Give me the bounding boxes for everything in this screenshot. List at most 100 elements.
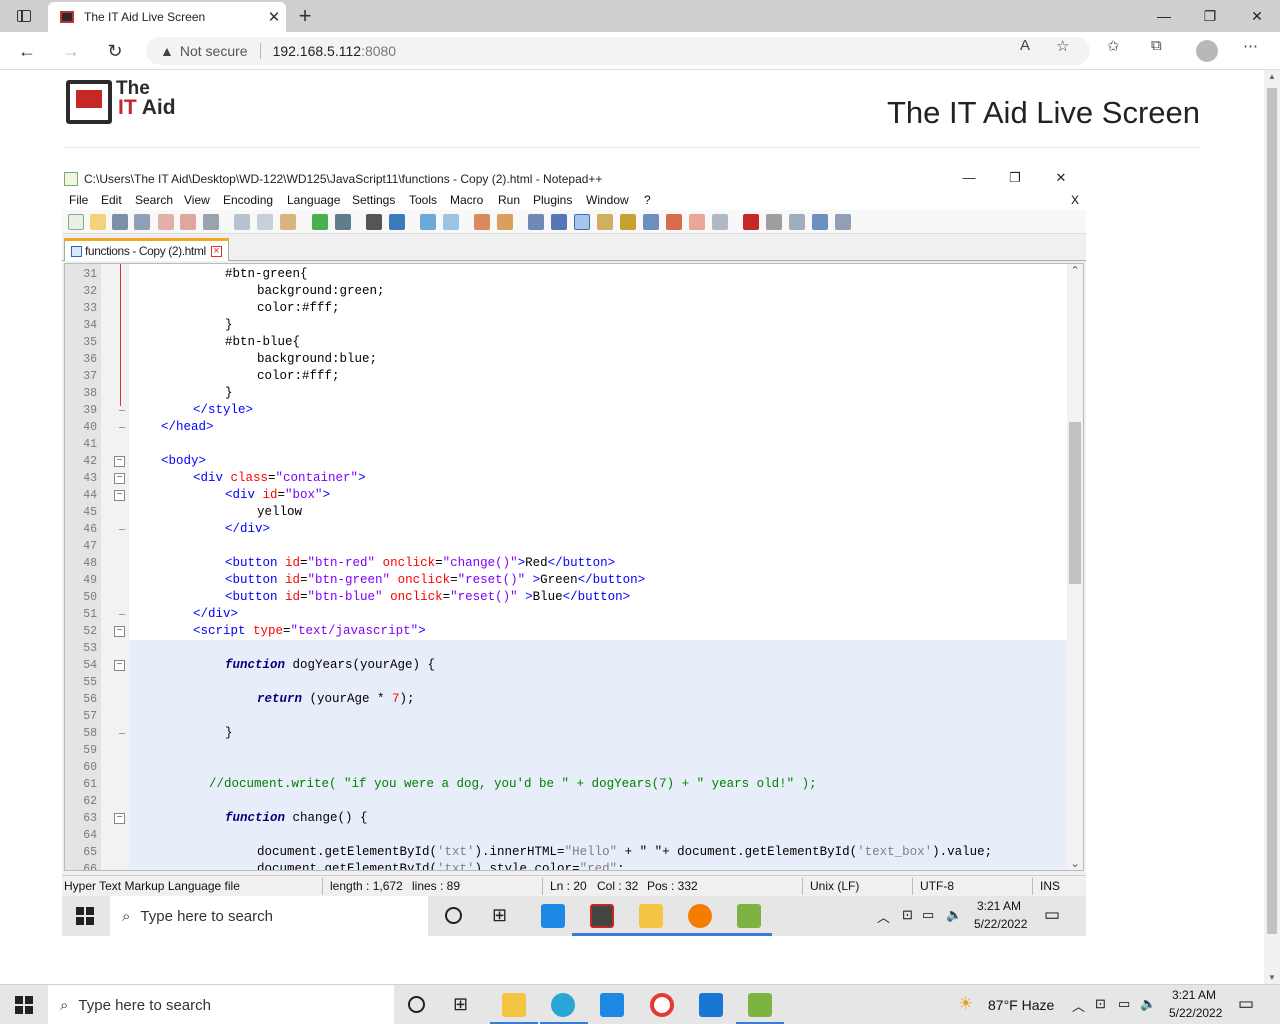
lang-define-icon[interactable] [597, 214, 613, 230]
code-line[interactable]: } [129, 317, 1067, 334]
cortana-icon[interactable] [408, 996, 425, 1013]
weather-icon[interactable]: ☀ [958, 994, 973, 1014]
opera-icon[interactable] [650, 993, 674, 1017]
fold-toggle-icon[interactable]: − [114, 660, 125, 671]
code-line[interactable] [129, 742, 1067, 759]
code-line[interactable]: background:green; [129, 283, 1067, 300]
document-tab-close-icon[interactable]: × [210, 245, 222, 257]
menu-view[interactable]: View [184, 193, 210, 207]
code-line[interactable] [129, 640, 1067, 657]
remote-itaid-app-icon[interactable] [590, 904, 614, 928]
code-line[interactable] [129, 708, 1067, 725]
remote-notifications-icon[interactable]: ▭ [1044, 905, 1060, 925]
code-line[interactable]: color:#fff; [129, 300, 1067, 317]
mail-icon[interactable] [600, 993, 624, 1017]
monitor-tray-icon[interactable]: ▭ [1118, 996, 1130, 1012]
find-icon[interactable] [366, 214, 382, 230]
zoom-out-icon[interactable] [443, 214, 459, 230]
browser-tab[interactable]: The IT Aid Live Screen ✕ [48, 2, 286, 32]
code-line[interactable]: function dogYears(yourAge) { [129, 657, 1067, 674]
code-line[interactable] [129, 827, 1067, 844]
fold-toggle-icon[interactable]: − [114, 813, 125, 824]
remote-file-explorer-icon[interactable] [639, 904, 663, 928]
page-scrollbar[interactable]: ▲ ▼ [1264, 70, 1280, 984]
code-line[interactable]: return (yourAge * 7); [129, 691, 1067, 708]
new-file-icon[interactable] [68, 214, 84, 230]
zoom-in-icon[interactable] [420, 214, 436, 230]
close-all-icon[interactable] [180, 214, 196, 230]
menu-encoding[interactable]: Encoding [223, 193, 273, 207]
code-line[interactable] [129, 436, 1067, 453]
remote-clock-date[interactable]: 5/22/2022 [974, 917, 1027, 931]
folder-icon[interactable] [689, 214, 705, 230]
menu-help[interactable]: ? [644, 193, 651, 207]
fold-margin[interactable] [101, 264, 129, 870]
scroll-up-icon[interactable]: ▲ [1264, 72, 1280, 81]
code-line[interactable]: } [129, 385, 1067, 402]
back-arrow-icon[interactable]: ← [12, 36, 42, 66]
edge-browser-icon[interactable] [551, 993, 575, 1017]
maximize-button[interactable]: ❐ [1187, 0, 1233, 32]
menu-search[interactable]: Search [135, 193, 173, 207]
profile-avatar[interactable] [1196, 40, 1218, 62]
sync-horizontal-icon[interactable] [497, 214, 513, 230]
security-label[interactable]: Not secure [180, 43, 248, 59]
fold-toggle-icon[interactable]: − [114, 473, 125, 484]
tab-actions-icon[interactable] [8, 6, 40, 26]
code-line[interactable]: } [129, 725, 1067, 742]
notifications-icon[interactable]: ▭ [1238, 994, 1254, 1014]
code-line[interactable]: <div id="box"> [129, 487, 1067, 504]
network-icon[interactable]: ⊡ [1095, 996, 1106, 1012]
function-list-icon[interactable] [643, 214, 659, 230]
paste-icon[interactable] [280, 214, 296, 230]
tab-close-icon[interactable]: ✕ [262, 8, 286, 26]
record-macro-icon[interactable] [743, 214, 759, 230]
npp-close-button[interactable]: ✕ [1038, 167, 1084, 191]
code-line[interactable]: background:blue; [129, 351, 1067, 368]
refresh-icon[interactable]: ↻ [100, 36, 130, 66]
open-file-icon[interactable] [90, 214, 106, 230]
code-line[interactable]: <script type="text/javascript"> [129, 623, 1067, 640]
remote-volume-icon[interactable]: 🔈 [946, 907, 962, 923]
remote-tray-chevron-icon[interactable]: ︿ [877, 907, 890, 926]
notepadpp-icon[interactable] [748, 993, 772, 1017]
copy-icon[interactable] [257, 214, 273, 230]
code-line[interactable] [129, 538, 1067, 555]
read-aloud-icon[interactable]: A [1020, 37, 1030, 54]
monitoring-eye-icon[interactable] [712, 214, 728, 230]
weather-text[interactable]: 87°F Haze [988, 997, 1054, 1013]
favorites-icon[interactable]: ✩ [1107, 37, 1120, 55]
menu-file[interactable]: File [69, 193, 88, 207]
code-line[interactable]: function change() { [129, 810, 1067, 827]
redo-icon[interactable] [335, 214, 351, 230]
photos-icon[interactable] [699, 993, 723, 1017]
word-wrap-icon[interactable] [528, 214, 544, 230]
forward-arrow-icon[interactable]: → [56, 36, 86, 66]
stop-record-icon[interactable] [766, 214, 782, 230]
code-area[interactable]: #btn-green{background:green; color:#fff;}… [129, 264, 1067, 870]
remote-firefox-icon[interactable] [688, 904, 712, 928]
task-view-icon[interactable]: ⊞ [453, 994, 468, 1015]
clock-time[interactable]: 3:21 AM [1172, 988, 1216, 1002]
save-icon[interactable] [112, 214, 128, 230]
code-line[interactable]: <div class="container"> [129, 470, 1067, 487]
code-line[interactable]: </div> [129, 606, 1067, 623]
clock-date[interactable]: 5/22/2022 [1169, 1006, 1222, 1020]
settings-menu-icon[interactable]: ⋯ [1243, 37, 1258, 55]
close-file-icon[interactable] [158, 214, 174, 230]
minimize-button[interactable]: — [1141, 0, 1187, 32]
start-icon[interactable] [15, 996, 33, 1014]
show-all-chars-icon[interactable] [551, 214, 567, 230]
editor-scrollbar[interactable]: ⌃ ⌄ [1067, 264, 1083, 870]
remote-mail-icon[interactable] [541, 904, 565, 928]
remote-cortana-icon[interactable] [445, 907, 462, 924]
remote-start-icon[interactable] [76, 907, 94, 925]
indent-guide-icon[interactable] [574, 214, 590, 230]
fold-toggle-icon[interactable]: − [114, 456, 125, 467]
replace-icon[interactable] [389, 214, 405, 230]
taskbar-search-box[interactable]: ⌕ Type here to search [48, 985, 394, 1024]
remote-monitor-icon[interactable]: ▭ [922, 907, 934, 923]
npp-minimize-button[interactable]: — [946, 167, 992, 191]
code-line[interactable]: color:#fff; [129, 368, 1067, 385]
editor-scroll-up-icon[interactable]: ⌃ [1067, 264, 1083, 277]
